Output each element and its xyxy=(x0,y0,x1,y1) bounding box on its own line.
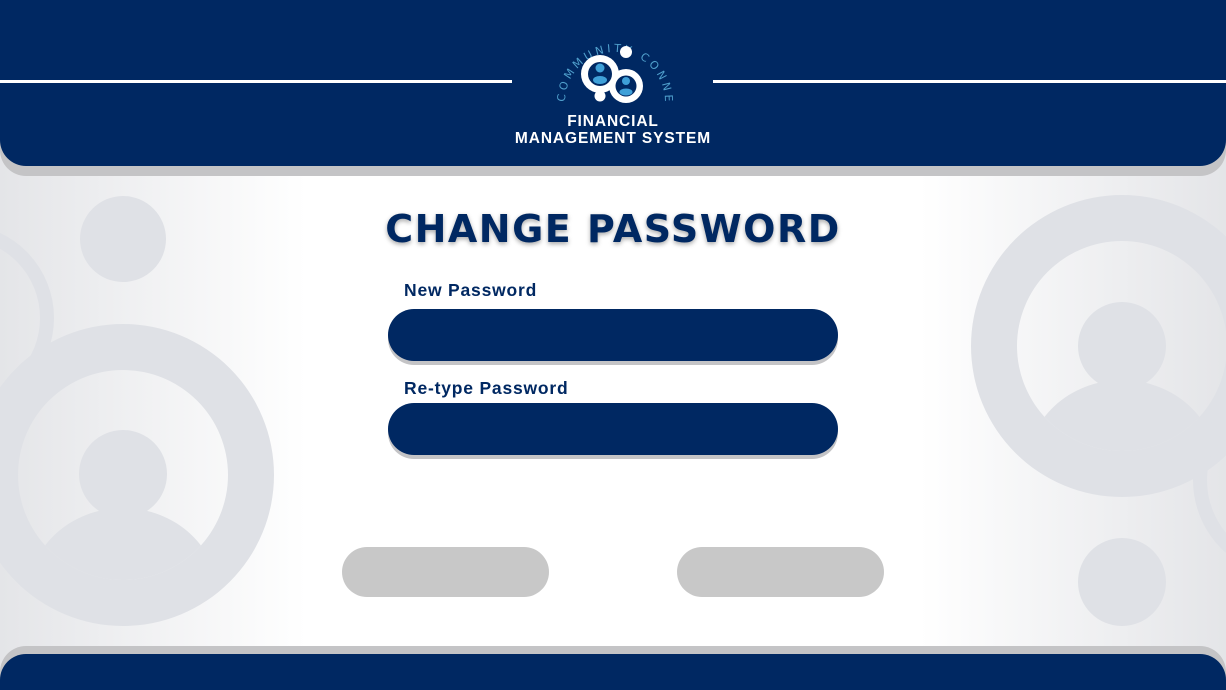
page-title: CHANGE PASSWORD xyxy=(385,207,841,251)
retype-password-input[interactable] xyxy=(388,403,838,455)
community-connect-logo: COMMUNITY CONNECT xyxy=(548,12,672,105)
app-title: FINANCIAL MANAGEMENT SYSTEM xyxy=(463,113,763,147)
left-action-button[interactable] xyxy=(342,547,549,597)
header-divider-right xyxy=(713,80,1226,83)
new-password-label: New Password xyxy=(404,280,538,300)
retype-password-label: Re-type Password xyxy=(404,378,569,398)
app-title-line-1: FINANCIAL xyxy=(567,113,659,130)
right-action-button[interactable] xyxy=(677,547,884,597)
new-password-input[interactable] xyxy=(388,309,838,361)
footer-bar xyxy=(0,654,1226,690)
header-banner: COMMUNITY CONNECT FINANCIAL MANAGEMENT S… xyxy=(0,0,1226,166)
app-title-line-2: MANAGEMENT SYSTEM xyxy=(514,130,712,147)
header-divider-left xyxy=(0,80,512,83)
